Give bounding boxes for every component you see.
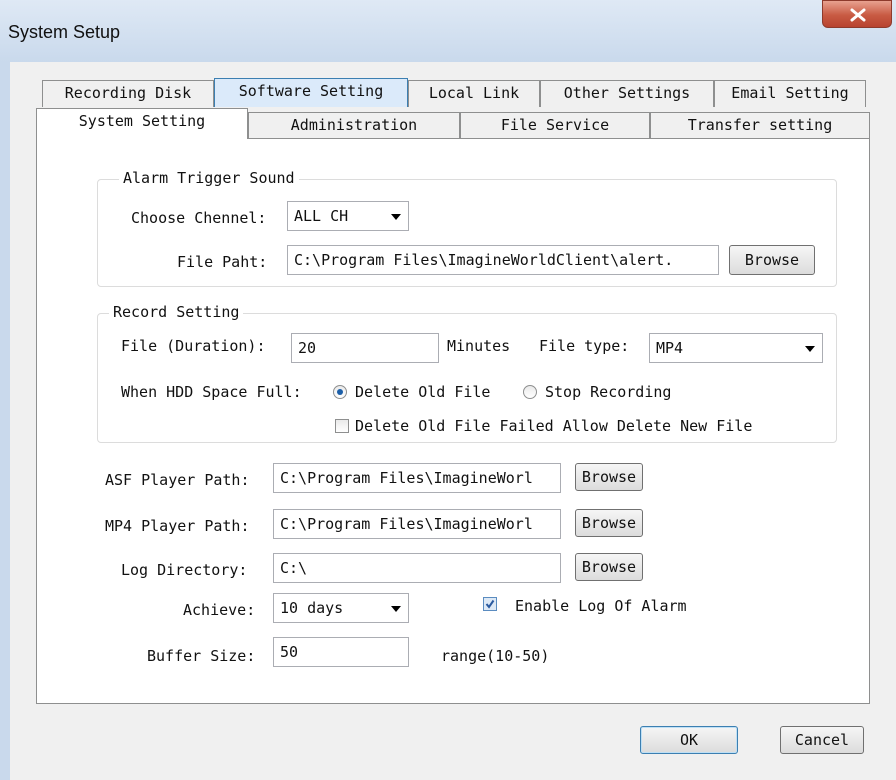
chevron-down-icon <box>805 346 815 352</box>
file-type-label: File type: <box>539 337 630 355</box>
tab-transfer-setting[interactable]: Transfer setting <box>650 112 870 139</box>
tab-administration[interactable]: Administration <box>248 112 460 139</box>
file-type-select-value: MP4 <box>656 339 684 357</box>
title-bar: System Setup <box>0 0 896 63</box>
chevron-down-icon <box>391 606 401 612</box>
mp4-player-path-label: MP4 Player Path: <box>105 517 250 535</box>
choose-channel-label: Choose Chennel: <box>131 209 267 227</box>
mp4-player-path-input[interactable]: C:\Program Files\ImagineWorl <box>273 509 561 539</box>
alarm-browse-button[interactable]: Browse <box>729 245 815 275</box>
record-group-title: Record Setting <box>109 303 244 321</box>
tab-local-link[interactable]: Local Link <box>408 80 540 107</box>
file-path-label: File Paht: <box>177 253 268 271</box>
duration-input[interactable]: 20 <box>291 333 439 363</box>
tab-software-setting[interactable]: Software Setting <box>214 78 408 107</box>
ok-button[interactable]: OK <box>640 726 738 754</box>
achieve-select[interactable]: 10 days <box>273 593 409 623</box>
delete-new-file-checkbox[interactable] <box>335 419 349 433</box>
close-button[interactable] <box>822 0 892 28</box>
buffer-range-label: range(10-50) <box>441 647 550 665</box>
channel-select-value: ALL CH <box>294 207 349 225</box>
enable-log-of-alarm-label: Enable Log Of Alarm <box>515 597 687 615</box>
buffer-size-input[interactable]: 50 <box>273 637 409 667</box>
asf-player-path-label: ASF Player Path: <box>105 471 250 489</box>
log-directory-label: Log Directory: <box>121 561 248 579</box>
tab-recording-disk[interactable]: Recording Disk <box>42 80 214 107</box>
window-frame <box>0 62 10 780</box>
window-title: System Setup <box>8 22 121 42</box>
asf-player-path-input[interactable]: C:\Program Files\ImagineWorl <box>273 463 561 493</box>
log-directory-input[interactable]: C:\ <box>273 553 561 583</box>
tab-system-setting[interactable]: System Setting <box>36 108 248 139</box>
close-icon <box>850 8 866 22</box>
system-setup-window: System Setup Recording Disk Software Set… <box>0 0 896 780</box>
checkmark-icon <box>485 599 495 609</box>
cancel-button[interactable]: Cancel <box>780 726 864 754</box>
achieve-select-value: 10 days <box>280 599 344 617</box>
alarm-file-path-input[interactable]: C:\Program Files\ImagineWorldClient\aler… <box>287 245 719 275</box>
mp4-browse-button[interactable]: Browse <box>575 509 643 537</box>
delete-old-file-label: Delete Old File <box>355 383 491 401</box>
asf-browse-button[interactable]: Browse <box>575 463 643 491</box>
log-browse-button[interactable]: Browse <box>575 553 643 581</box>
enable-log-of-alarm-checkbox[interactable] <box>483 597 497 611</box>
duration-label: File (Duration): <box>121 337 266 355</box>
system-setting-panel: Alarm Trigger Sound Choose Chennel: ALL … <box>36 138 870 704</box>
achieve-label: Achieve: <box>183 601 256 619</box>
tab-email-setting[interactable]: Email Setting <box>714 80 866 107</box>
stop-recording-label: Stop Recording <box>545 383 672 401</box>
buffer-size-label: Buffer Size: <box>147 647 256 665</box>
channel-select[interactable]: ALL CH <box>287 201 409 231</box>
hdd-full-label: When HDD Space Full: <box>121 383 302 401</box>
alarm-group-title: Alarm Trigger Sound <box>119 169 299 187</box>
delete-old-file-radio[interactable] <box>333 385 347 399</box>
minutes-label: Minutes <box>447 337 511 355</box>
tab-other-settings[interactable]: Other Settings <box>540 80 714 107</box>
file-type-select[interactable]: MP4 <box>649 333 823 363</box>
chevron-down-icon <box>391 214 401 220</box>
tab-file-service[interactable]: File Service <box>460 112 650 139</box>
delete-new-file-label: Delete Old File Failed Allow Delete New … <box>355 417 753 435</box>
stop-recording-radio[interactable] <box>523 385 537 399</box>
